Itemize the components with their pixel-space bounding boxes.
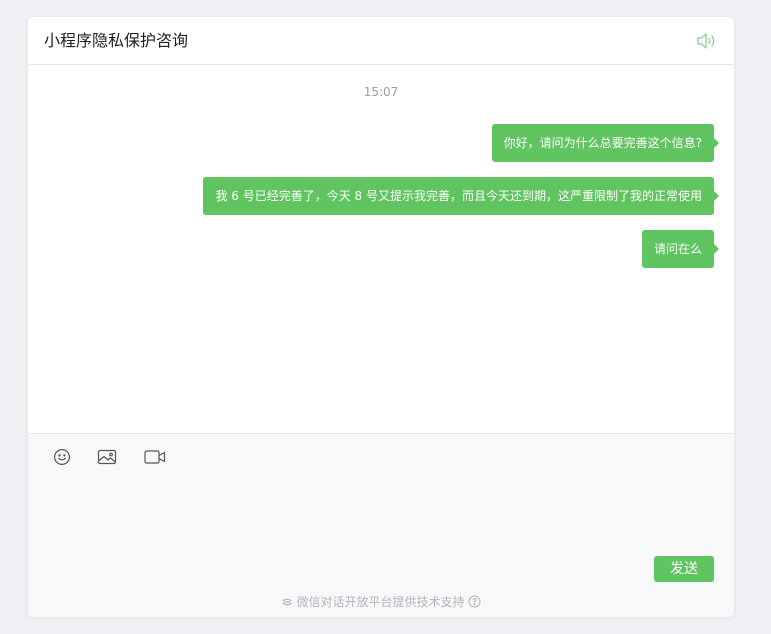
message-area: 15:07 你好，请问为什么总要完善这个信息? 我 6 号已经完善了，今天 8 … — [28, 65, 734, 433]
footer-credit: 微信对话开放平台提供技术支持 — [28, 594, 734, 610]
speaker-icon[interactable] — [696, 31, 718, 51]
chat-window: 小程序隐私保护咨询 15:07 你好，请问为什么总要完善这个信息? 我 6 号已… — [28, 17, 734, 617]
message-timestamp: 15:07 — [363, 85, 399, 99]
chat-header: 小程序隐私保护咨询 — [28, 17, 734, 65]
message-bubble: 你好，请问为什么总要完善这个信息? — [491, 124, 720, 162]
send-button[interactable]: 发送 — [654, 556, 714, 582]
emoji-icon[interactable] — [53, 448, 71, 470]
video-icon[interactable] — [144, 448, 166, 470]
message-bubble: 请问在么 — [641, 230, 720, 268]
platform-logo-icon — [281, 595, 297, 609]
message-bubble: 我 6 号已经完善了，今天 8 号又提示我完善，而且今天还到期，这严重限制了我的… — [203, 177, 719, 215]
image-icon[interactable] — [97, 448, 117, 470]
help-icon[interactable] — [468, 595, 481, 609]
footer-text: 微信对话开放平台提供技术支持 — [296, 595, 465, 609]
page-title: 小程序隐私保护咨询 — [44, 31, 189, 50]
composer: 发送 微信对话开放平台提供技术支持 — [28, 433, 734, 617]
